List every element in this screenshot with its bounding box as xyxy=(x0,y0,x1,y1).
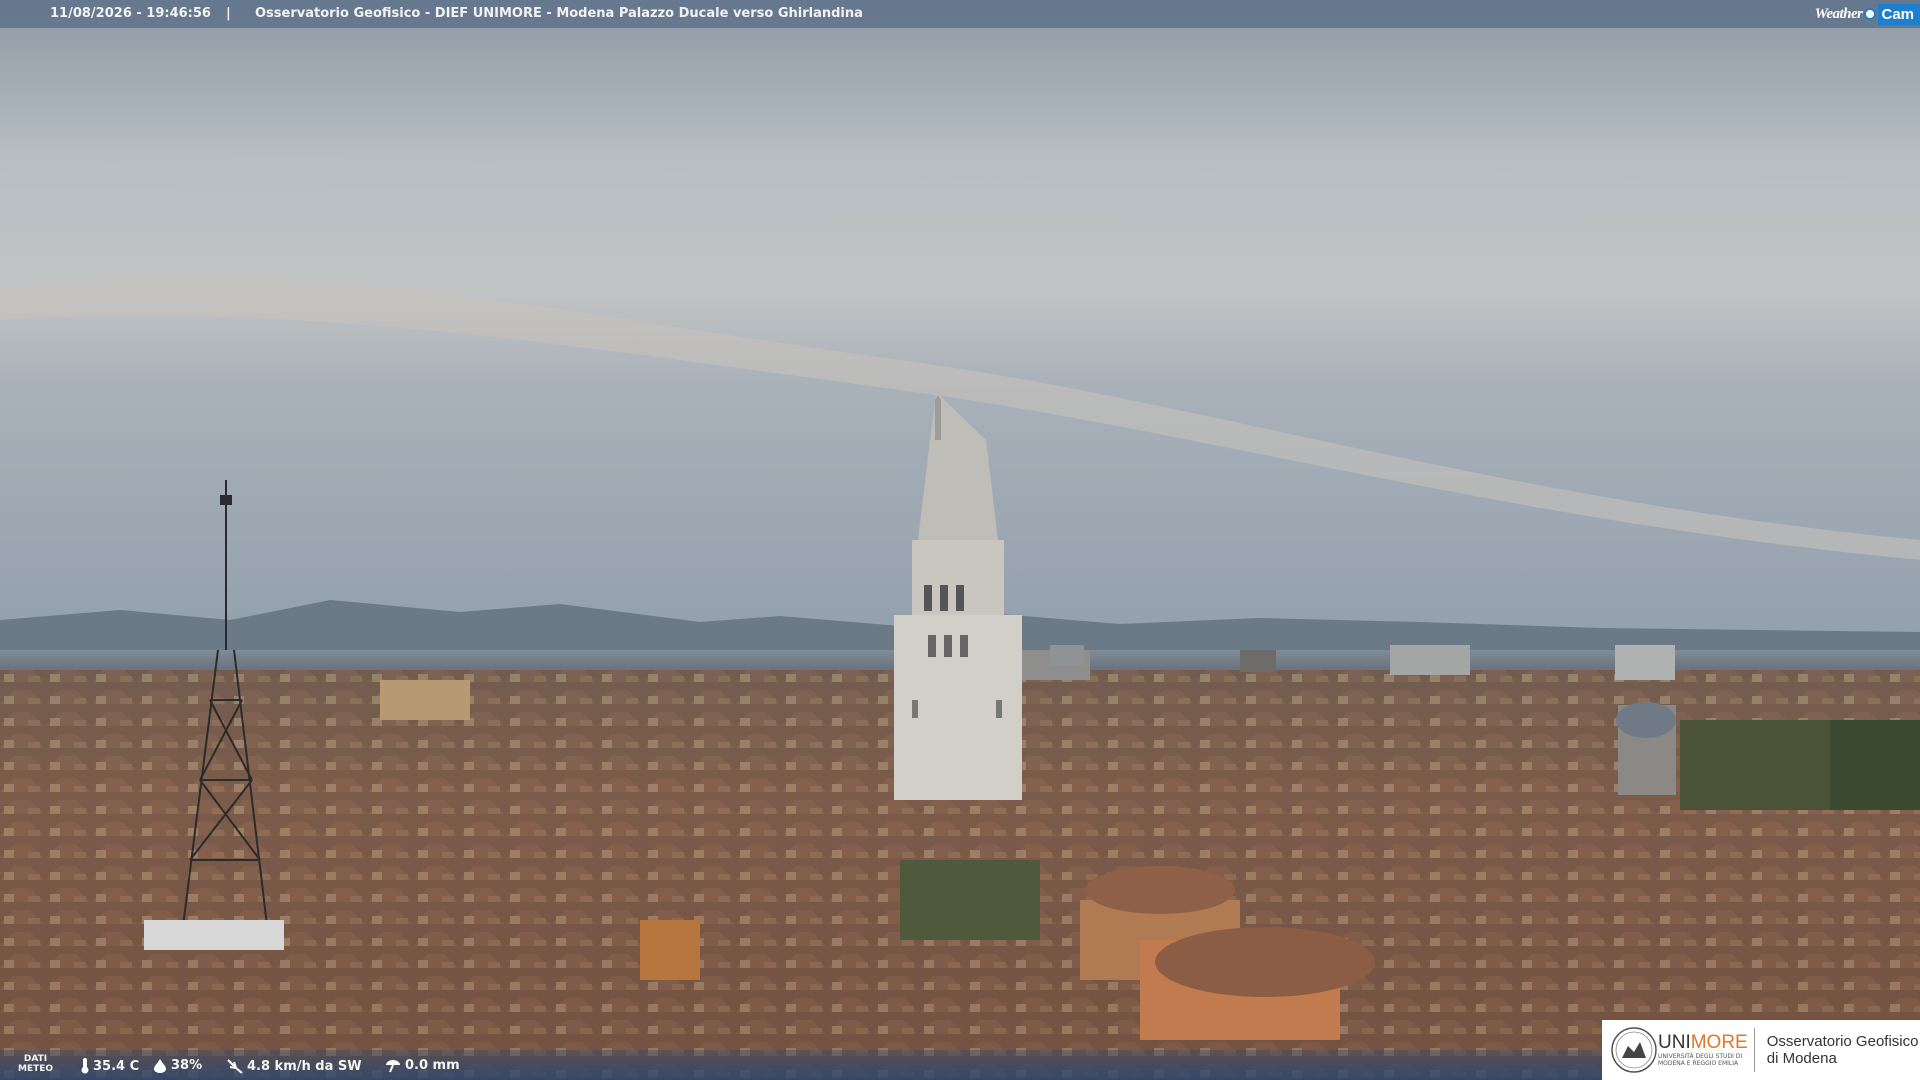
camera-overlay-header: 11/08/2026 - 19:46:56 | Osservatorio Geo… xyxy=(0,0,1920,28)
observatory-line2: di Modena xyxy=(1766,1050,1837,1067)
unimore-wordmark: UNIMORE xyxy=(1658,1033,1748,1053)
observatory-name: Osservatorio Geofisico di Modena xyxy=(1767,1033,1919,1067)
temperature-reading: 35.4 C xyxy=(80,1058,139,1074)
unimore-branding: UNIMORE UNIVERSITÀ DEGLI STUDI DI MODENA… xyxy=(1602,1020,1920,1080)
thermometer-icon xyxy=(81,1058,89,1074)
branding-divider xyxy=(1753,1028,1755,1072)
meteo-label-line1: DATI xyxy=(23,1054,48,1064)
meteo-label-line2: METEO xyxy=(18,1064,54,1074)
timestamp: 11/08/2026 - 19:46:56 xyxy=(50,6,211,21)
camera-title: Osservatorio Geofisico - DIEF UNIMORE - … xyxy=(255,6,863,21)
unimore-seal-icon xyxy=(1611,1027,1657,1073)
rain-gauge-icon xyxy=(386,1059,400,1072)
uni-prefix: UNI xyxy=(1658,1032,1691,1053)
wind-reading: 4.8 km/h da SW xyxy=(226,1058,362,1074)
header-separator: | xyxy=(226,6,231,21)
humidity-drop-icon xyxy=(154,1058,166,1073)
logo-weather-text: Weather xyxy=(1814,5,1863,22)
humidity-value: 38% xyxy=(171,1058,203,1073)
wind-value: 4.8 km/h da SW xyxy=(247,1058,362,1074)
logo-cam-text: Cam xyxy=(1878,3,1920,25)
rain-reading: 0.0 mm xyxy=(384,1058,460,1073)
humidity-reading: 38% xyxy=(152,1058,202,1073)
wind-icon xyxy=(227,1059,243,1074)
rain-value: 0.0 mm xyxy=(405,1058,460,1073)
logo-dot-icon xyxy=(1864,8,1877,20)
weathercam-logo: Weather Cam xyxy=(1815,0,1920,28)
temperature-value: 35.4 C xyxy=(93,1058,140,1074)
webcam-image xyxy=(0,0,1920,1080)
uni-sub-line2: MODENA E REGGIO EMILIA xyxy=(1658,1060,1739,1067)
uni-suffix: MORE xyxy=(1690,1032,1748,1053)
uni-sub-line1: UNIVERSITÀ DEGLI STUDI DI xyxy=(1658,1053,1743,1060)
observatory-line1: Osservatorio Geofisico xyxy=(1766,1033,1919,1050)
meteo-label: DATI METEO xyxy=(18,1054,53,1074)
